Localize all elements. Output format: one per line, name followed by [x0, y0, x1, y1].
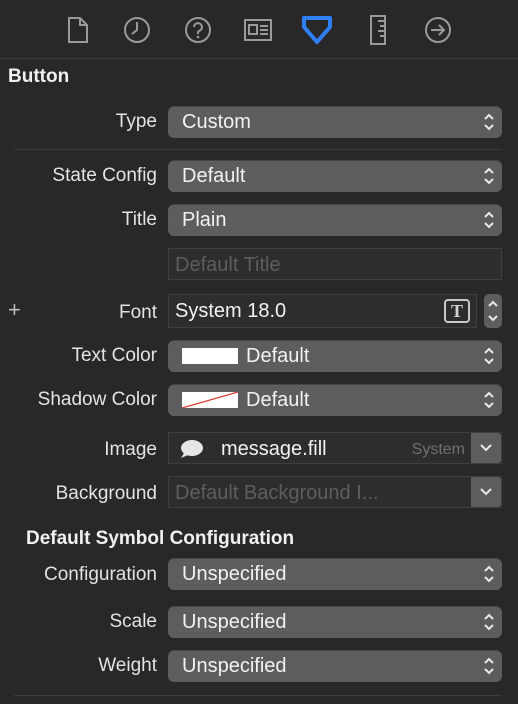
- text-color-value: Default: [246, 345, 310, 367]
- updown-arrows-icon: [484, 167, 494, 185]
- clock-icon[interactable]: [121, 14, 153, 46]
- text-color-popup[interactable]: Default: [168, 340, 502, 372]
- font-label: Font: [118, 302, 157, 323]
- font-value: System 18.0: [175, 300, 287, 322]
- chevron-down-icon: [480, 444, 492, 452]
- title-popup[interactable]: Plain: [168, 204, 502, 236]
- title-value: Plain: [182, 209, 227, 231]
- inspector-toolbar: [0, 0, 518, 59]
- weight-value: Unspecified: [182, 655, 287, 677]
- state-config-value: Default: [182, 165, 246, 187]
- title-placeholder: Default Title: [175, 254, 281, 276]
- stepper-arrows-icon: [488, 300, 498, 322]
- image-dropdown-button[interactable]: [471, 433, 501, 463]
- identity-card-icon[interactable]: [242, 14, 274, 46]
- scale-label: Scale: [109, 611, 157, 632]
- updown-arrows-icon: [484, 657, 494, 675]
- configuration-value: Unspecified: [182, 563, 287, 585]
- shadow-color-popup[interactable]: Default: [168, 384, 502, 416]
- shadow-color-label: Shadow Color: [37, 389, 157, 410]
- text-color-swatch: [182, 348, 238, 364]
- chevron-down-icon: [480, 488, 492, 496]
- updown-arrows-icon: [484, 347, 494, 365]
- shadow-color-swatch: [182, 392, 238, 408]
- file-icon[interactable]: [62, 14, 94, 46]
- help-icon[interactable]: [182, 14, 214, 46]
- background-dropdown-button[interactable]: [471, 477, 501, 507]
- updown-arrows-icon: [484, 613, 494, 631]
- state-config-popup[interactable]: Default: [168, 160, 502, 192]
- scale-value: Unspecified: [182, 611, 287, 633]
- state-config-label: State Config: [52, 165, 157, 186]
- connections-icon[interactable]: [422, 14, 454, 46]
- image-value: message.fill: [221, 438, 327, 460]
- configuration-popup[interactable]: Unspecified: [168, 558, 502, 590]
- divider: [14, 149, 502, 150]
- add-font-variation-button[interactable]: +: [8, 297, 21, 323]
- weight-label: Weight: [98, 655, 157, 676]
- attributes-icon[interactable]: [301, 14, 333, 46]
- type-popup[interactable]: Custom: [168, 106, 502, 138]
- updown-arrows-icon: [484, 211, 494, 229]
- image-combo-box[interactable]: message.fill System: [168, 432, 502, 464]
- updown-arrows-icon: [484, 391, 494, 409]
- background-combo-box[interactable]: Default Background I...: [168, 476, 502, 508]
- divider: [14, 695, 502, 696]
- type-value: Custom: [182, 111, 251, 133]
- message-fill-icon: [181, 440, 203, 458]
- shadow-color-value: Default: [246, 389, 310, 411]
- type-label: Type: [115, 111, 157, 132]
- ruler-icon[interactable]: [362, 14, 394, 46]
- background-placeholder: Default Background I...: [175, 482, 379, 504]
- symbol-section-title: Default Symbol Configuration: [26, 528, 295, 549]
- background-label: Background: [55, 483, 157, 504]
- image-system-tag: System: [411, 441, 465, 458]
- font-field[interactable]: System 18.0 T: [168, 294, 477, 328]
- scale-popup[interactable]: Unspecified: [168, 606, 502, 638]
- font-picker-icon[interactable]: T: [444, 299, 470, 323]
- title-label: Title: [121, 209, 157, 230]
- text-color-label: Text Color: [71, 345, 157, 366]
- weight-popup[interactable]: Unspecified: [168, 650, 502, 682]
- updown-arrows-icon: [484, 565, 494, 583]
- updown-arrows-icon: [484, 113, 494, 131]
- button-section-title: Button: [8, 66, 70, 87]
- title-text-field[interactable]: Default Title: [168, 248, 502, 280]
- image-label: Image: [104, 439, 157, 460]
- font-size-stepper[interactable]: [484, 294, 502, 328]
- configuration-label: Configuration: [43, 564, 157, 585]
